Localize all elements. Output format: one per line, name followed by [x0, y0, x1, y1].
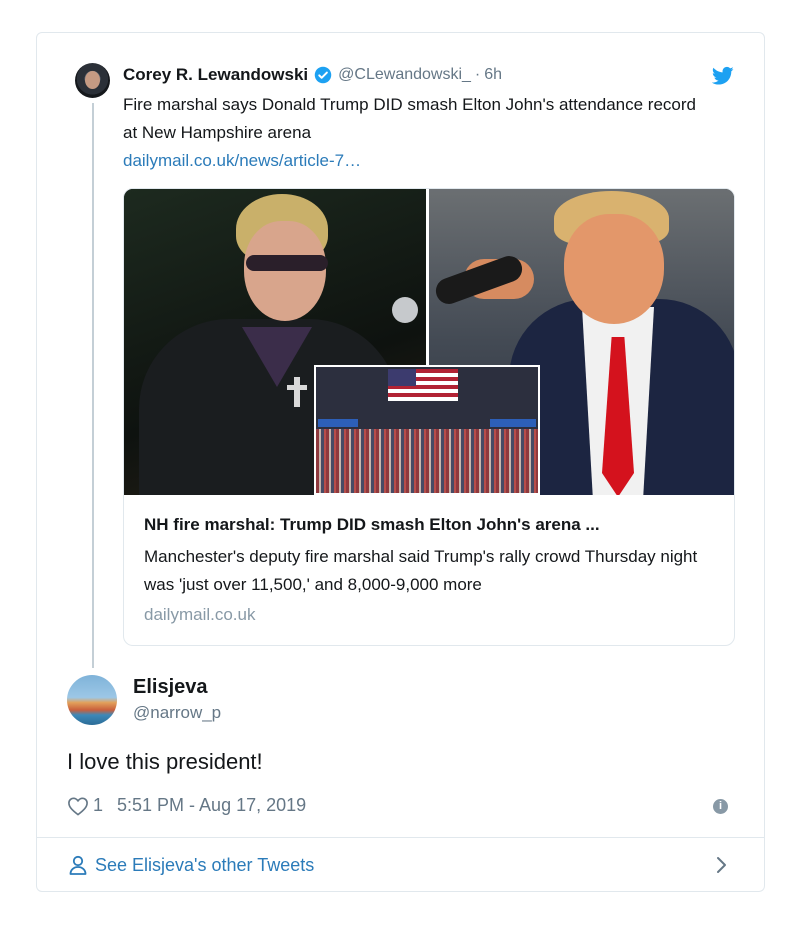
parent-author-name[interactable]: Corey R. Lewandowski — [123, 65, 308, 85]
like-count[interactable]: 1 — [93, 795, 103, 816]
american-flag — [388, 369, 458, 401]
embedded-tweet-card: Corey R. Lewandowski @CLewandowski_ · 6h… — [36, 32, 765, 892]
twitter-bird-icon[interactable] — [712, 66, 734, 86]
see-other-tweets-link[interactable]: See Elisjeva's other Tweets — [37, 838, 764, 892]
link-preview-image[interactable] — [124, 189, 734, 495]
parent-author-handle[interactable]: @CLewandowski_ — [338, 66, 471, 84]
link-card-domain: dailymail.co.uk — [144, 605, 256, 624]
link-card-title[interactable]: NH fire marshal: Trump DID smash Elton J… — [144, 513, 714, 537]
parent-tweet-link[interactable]: dailymail.co.uk/news/article-7… — [123, 147, 713, 175]
arena-crowd-inset-photo — [314, 365, 540, 495]
reply-author-avatar[interactable] — [67, 675, 117, 725]
verified-badge-icon — [314, 66, 332, 84]
reply-meta-row: 1 5:51 PM - Aug 17, 2019 — [67, 795, 306, 816]
person-icon — [69, 855, 87, 875]
see-other-tweets-label[interactable]: See Elisjeva's other Tweets — [95, 855, 314, 876]
parent-tweet-time[interactable]: 6h — [484, 66, 502, 84]
info-icon[interactable]: i — [713, 799, 728, 814]
reply-author-name[interactable]: Elisjeva — [133, 676, 208, 699]
heart-icon[interactable] — [67, 796, 89, 816]
thread-connector-line — [92, 103, 94, 668]
chevron-right-icon[interactable] — [716, 856, 728, 874]
parent-tweet-header: Corey R. Lewandowski @CLewandowski_ · 6h — [123, 65, 502, 85]
header-separator: · — [474, 66, 481, 83]
link-preview-card[interactable]: NH fire marshal: Trump DID smash Elton J… — [123, 188, 735, 646]
reply-tweet-text: I love this president! — [67, 749, 263, 774]
reply-timestamp[interactable]: 5:51 PM - Aug 17, 2019 — [117, 795, 306, 816]
parent-tweet-text: Fire marshal says Donald Trump DID smash… — [123, 91, 713, 175]
parent-author-avatar[interactable] — [75, 63, 110, 98]
parent-tweet-body: Fire marshal says Donald Trump DID smash… — [123, 95, 696, 142]
reply-author-handle[interactable]: @narrow_p — [133, 703, 221, 723]
link-card-description: Manchester's deputy fire marshal said Tr… — [144, 547, 698, 594]
